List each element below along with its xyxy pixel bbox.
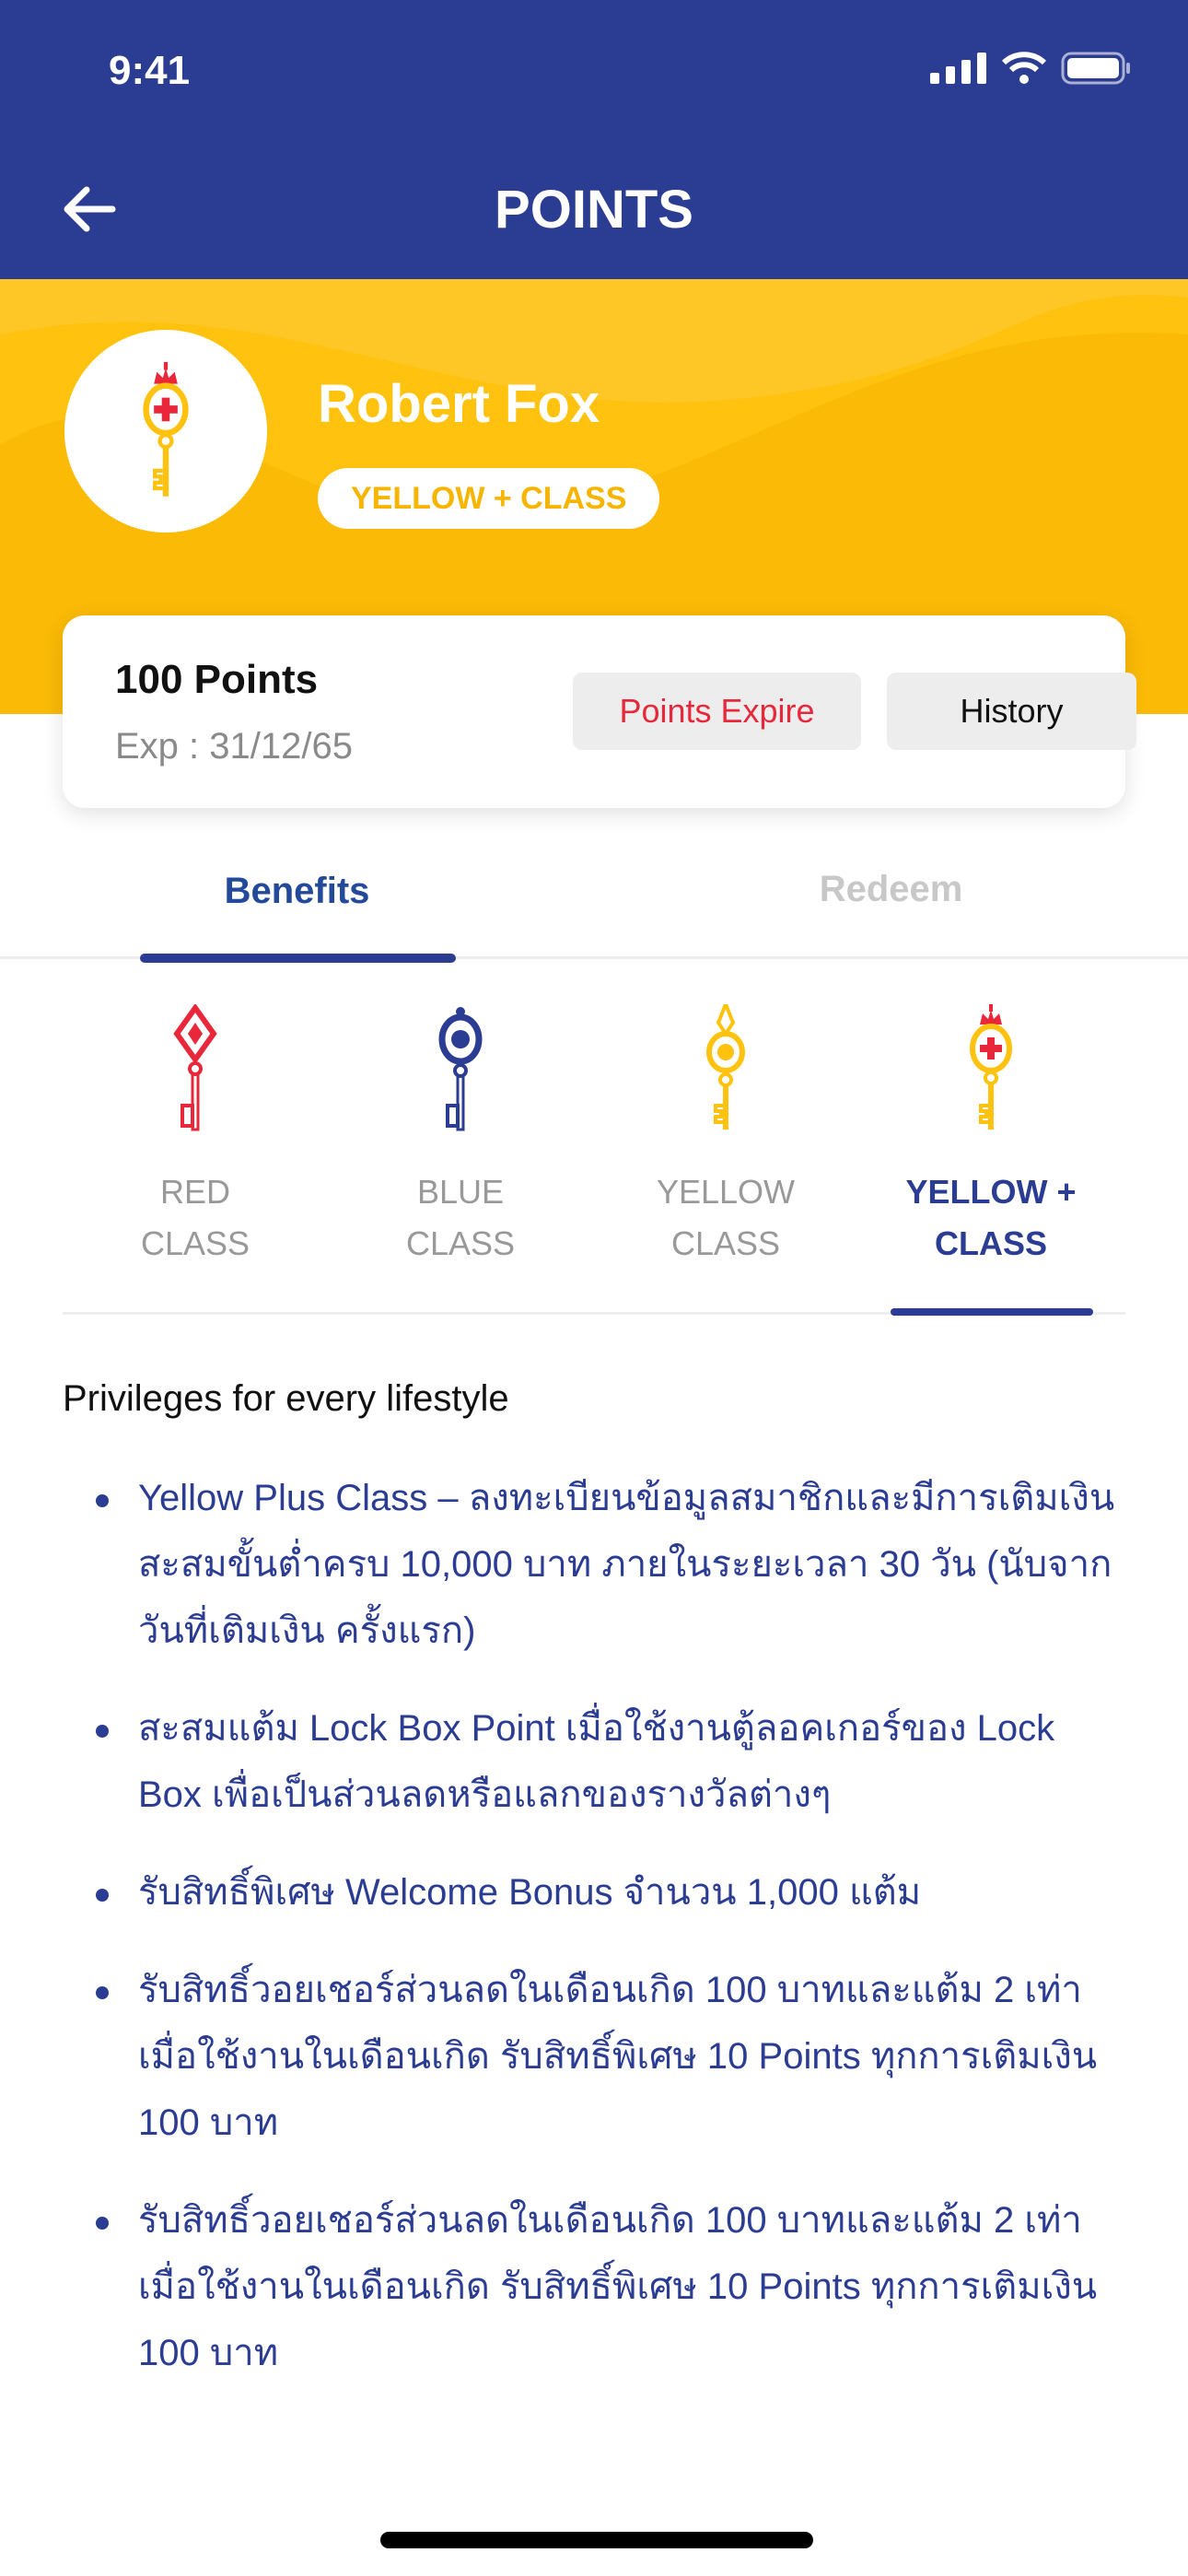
- wifi-icon: [1002, 52, 1046, 84]
- tab-redeem[interactable]: Redeem: [594, 869, 1188, 910]
- status-time: 9:41: [109, 48, 191, 93]
- class-label-line2: CLASS: [405, 1224, 516, 1262]
- blue-key-icon: [438, 1007, 483, 1131]
- class-red[interactable]: RED CLASS: [63, 1004, 328, 1270]
- history-button[interactable]: History: [887, 673, 1136, 750]
- points-balance: 100 Points: [115, 657, 319, 702]
- status-icons: [930, 52, 1131, 85]
- yellow-key-icon: [706, 1004, 745, 1130]
- list-item: รับสิทธิ์วอยเชอร์ส่วนลดในเดือนเกิด 100 บ…: [92, 2187, 1124, 2386]
- page-title: POINTS: [495, 180, 693, 240]
- list-item: รับสิทธิ์วอยเชอร์ส่วนลดในเดือนเกิด 100 บ…: [92, 1957, 1124, 2156]
- points-card: 100 Points Exp : 31/12/65 Points Expire …: [63, 615, 1136, 808]
- active-tab-indicator: [140, 954, 456, 963]
- tier-badge: YELLOW + CLASS: [318, 468, 660, 529]
- class-yellow[interactable]: YELLOW CLASS: [593, 1004, 858, 1270]
- class-blue[interactable]: BLUE CLASS: [328, 1004, 593, 1270]
- class-label-line2: CLASS: [140, 1224, 250, 1262]
- class-label-line1: YELLOW: [656, 1173, 796, 1211]
- user-name: Robert Fox: [318, 374, 600, 434]
- list-item: Yellow Plus Class – ลงทะเบียนข้อมูลสมาชิ…: [92, 1465, 1124, 1664]
- class-label-line2: CLASS: [934, 1224, 1047, 1262]
- points-expiry: Exp : 31/12/65: [115, 726, 353, 767]
- benefits-heading: Privileges for every lifestyle: [63, 1378, 509, 1419]
- benefits-list: Yellow Plus Class – ลงทะเบียนข้อมูลสมาชิ…: [92, 1465, 1124, 2418]
- list-item: สะสมแต้ม Lock Box Point เมื่อใช้งานตู้ลอ…: [92, 1695, 1124, 1828]
- signal-icon: [930, 53, 986, 84]
- battery-icon: [1061, 52, 1130, 85]
- class-yellow-plus[interactable]: YELLOW + CLASS: [858, 1004, 1124, 1270]
- red-key-icon: [173, 1004, 217, 1131]
- avatar: [64, 330, 267, 533]
- list-item: รับสิทธิ์พิเศษ Welcome Bonus จำนวน 1,000…: [92, 1859, 1124, 1926]
- home-indicator[interactable]: [380, 2532, 813, 2548]
- yellow-plus-key-icon: [143, 362, 189, 497]
- tab-benefits[interactable]: Benefits: [0, 871, 594, 912]
- class-label-line1: BLUE: [416, 1173, 505, 1211]
- yellow-plus-key-icon: [970, 1004, 1012, 1130]
- active-class-indicator: [891, 1308, 1093, 1316]
- class-label-line1: RED: [159, 1173, 230, 1211]
- class-label-line2: CLASS: [670, 1224, 781, 1262]
- class-label-line1: YELLOW +: [905, 1173, 1077, 1211]
- points-expire-button[interactable]: Points Expire: [573, 673, 861, 750]
